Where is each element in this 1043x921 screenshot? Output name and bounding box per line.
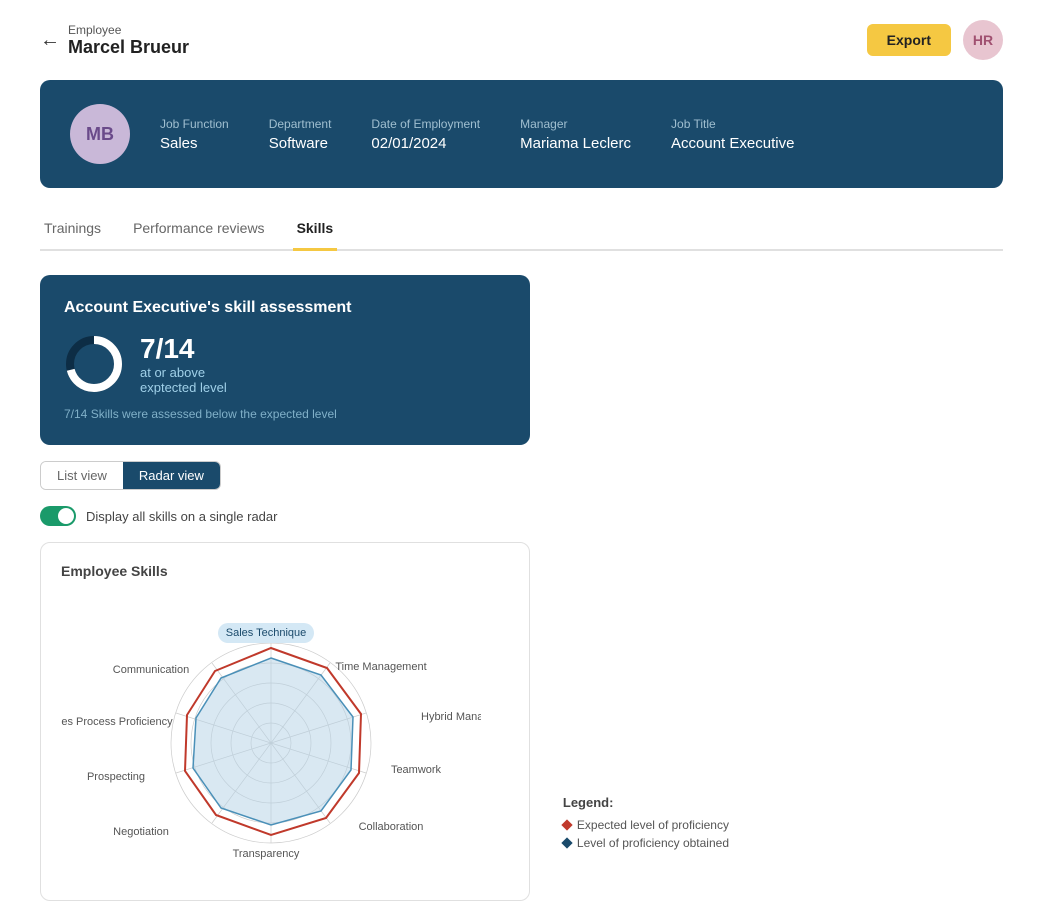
hybrid-mgmt-label: Hybrid Management	[421, 711, 481, 723]
employee-info: Employee Marcel Brueur	[68, 23, 189, 58]
back-arrow-icon: ←	[40, 29, 60, 52]
tab-performance-reviews[interactable]: Performance reviews	[129, 212, 269, 251]
radar-view-button[interactable]: Radar view	[123, 462, 220, 489]
info-banner: MB Job Function Sales Department Softwar…	[40, 80, 1003, 188]
skill-score-block: 7/14 at or above exptected level	[140, 333, 227, 395]
legend: Legend: Expected level of proficiency Le…	[563, 795, 729, 854]
skill-score: 7/14	[140, 333, 195, 364]
radar-wrapper: Sales Technique Time Management Hybrid M…	[61, 595, 509, 880]
teamwork-label: Teamwork	[391, 764, 442, 776]
employee-name: Marcel Brueur	[68, 37, 189, 58]
display-toggle: Display all skills on a single radar	[40, 506, 1003, 526]
time-mgmt-label: Time Management	[335, 661, 426, 673]
job-title-value: Account Executive	[671, 135, 794, 152]
legend-item-expected: Expected level of proficiency	[563, 818, 729, 832]
manager-label: Manager	[520, 117, 631, 131]
info-fields: Job Function Sales Department Software D…	[160, 117, 973, 152]
job-function-value: Sales	[160, 135, 229, 152]
toggle-knob	[58, 508, 74, 524]
negotiation-label: Negotiation	[113, 826, 169, 838]
job-title-label: Job Title	[671, 117, 794, 131]
employee-avatar: MB	[70, 104, 130, 164]
transparency-label: Transparency	[233, 848, 300, 860]
skills-card-title: Employee Skills	[61, 563, 509, 579]
legend-label-obtained: Level of proficiency obtained	[577, 836, 729, 850]
legend-item-obtained: Level of proficiency obtained	[563, 836, 729, 850]
employee-skills-card: Employee Skills	[40, 542, 530, 901]
skill-stats: 7/14 at or above exptected level	[64, 333, 506, 395]
skill-description: at or above exptected level	[140, 365, 227, 395]
legend-title: Legend:	[563, 795, 729, 810]
info-field-job-title: Job Title Account Executive	[671, 117, 794, 152]
job-function-label: Job Function	[160, 117, 229, 131]
skill-note: 7/14 Skills were assessed below the expe…	[64, 407, 506, 421]
employee-label: Employee	[68, 23, 189, 37]
skill-assessment-title: Account Executive's skill assessment	[64, 299, 506, 317]
sales-process-label: Sales Process Proficiency	[61, 716, 173, 728]
info-field-employment-date: Date of Employment 02/01/2024	[371, 117, 480, 152]
department-label: Department	[269, 117, 332, 131]
view-toggle: List view Radar view	[40, 461, 221, 490]
tab-trainings[interactable]: Trainings	[40, 212, 105, 251]
top-bar: ← Employee Marcel Brueur Export HR	[40, 20, 1003, 60]
legend-label-expected: Expected level of proficiency	[577, 818, 729, 832]
prospecting-label: Prospecting	[87, 771, 145, 783]
info-field-department: Department Software	[269, 117, 332, 152]
skill-expected-label: exptected level	[140, 380, 227, 395]
employment-date-value: 02/01/2024	[371, 135, 480, 152]
manager-value: Mariama Leclerc	[520, 135, 631, 152]
legend-dot-obtained	[561, 837, 572, 848]
list-view-button[interactable]: List view	[41, 462, 123, 489]
employment-date-label: Date of Employment	[371, 117, 480, 131]
info-field-manager: Manager Mariama Leclerc	[520, 117, 631, 152]
donut-chart	[64, 334, 124, 394]
collaboration-label: Collaboration	[359, 821, 424, 833]
avatar: HR	[963, 20, 1003, 60]
export-button[interactable]: Export	[867, 24, 951, 56]
legend-dot-expected	[561, 819, 572, 830]
tab-skills[interactable]: Skills	[293, 212, 338, 251]
toggle-switch[interactable]	[40, 506, 76, 526]
radar-chart: Sales Technique Time Management Hybrid M…	[61, 595, 481, 875]
communication-label: Communication	[113, 664, 189, 676]
tabs: Trainings Performance reviews Skills	[40, 212, 1003, 251]
skill-above-label: at or above	[140, 365, 227, 380]
department-value: Software	[269, 135, 332, 152]
back-nav[interactable]: ← Employee Marcel Brueur	[40, 23, 189, 58]
toggle-label: Display all skills on a single radar	[86, 509, 277, 524]
skill-assessment-card: Account Executive's skill assessment 7/1…	[40, 275, 530, 445]
info-field-job-function: Job Function Sales	[160, 117, 229, 152]
sales-technique-label: Sales Technique	[226, 627, 307, 639]
page: ← Employee Marcel Brueur Export HR MB Jo…	[0, 0, 1043, 921]
top-actions: Export HR	[867, 20, 1003, 60]
